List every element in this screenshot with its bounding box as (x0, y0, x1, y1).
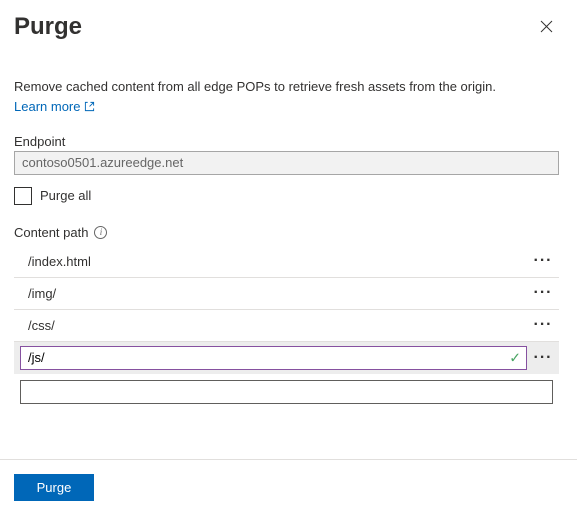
path-row[interactable]: /index.html ··· (14, 246, 559, 278)
row-menu-button[interactable]: ··· (529, 252, 557, 270)
learn-more-label: Learn more (14, 99, 80, 114)
purge-button[interactable]: Purge (14, 474, 94, 501)
row-menu-button[interactable]: ··· (529, 284, 557, 302)
page-title: Purge (14, 14, 82, 40)
path-value: /index.html (16, 254, 529, 269)
content-path-label: Content path (14, 225, 88, 240)
description-text: Remove cached content from all edge POPs… (14, 78, 559, 96)
path-value: /css/ (16, 318, 529, 333)
row-menu-button[interactable]: ··· (529, 316, 557, 334)
close-icon (540, 20, 553, 33)
row-menu-button[interactable]: ··· (529, 349, 557, 367)
valid-check-icon: ✓ (509, 349, 521, 366)
path-row[interactable]: /img/ ··· (14, 278, 559, 310)
purge-all-checkbox[interactable] (14, 187, 32, 205)
external-link-icon (84, 101, 95, 112)
endpoint-field (14, 151, 559, 175)
purge-all-label: Purge all (40, 188, 91, 203)
learn-more-link[interactable]: Learn more (14, 99, 95, 114)
content-path-list: /index.html ··· /img/ ··· /css/ ··· ✓ ··… (14, 246, 559, 404)
path-value: /img/ (16, 286, 529, 301)
endpoint-label: Endpoint (14, 134, 559, 149)
path-row[interactable]: /css/ ··· (14, 310, 559, 342)
close-button[interactable] (534, 16, 559, 40)
path-input-blank[interactable] (20, 380, 553, 404)
path-input[interactable] (20, 346, 527, 370)
info-icon[interactable]: i (94, 226, 107, 239)
path-row-editing[interactable]: ✓ ··· (14, 342, 559, 374)
